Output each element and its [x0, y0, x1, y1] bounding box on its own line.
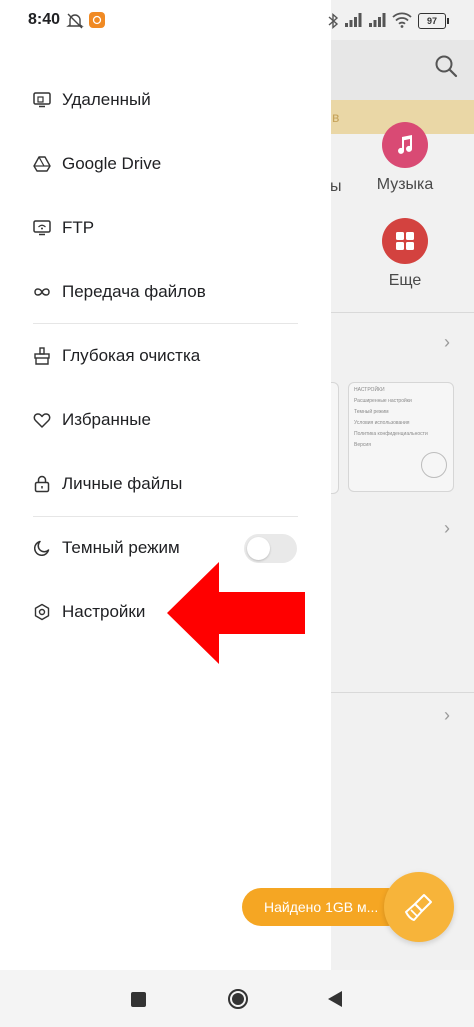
- back-button[interactable]: [326, 989, 344, 1009]
- more-label: Еще: [388, 272, 422, 289]
- navigation-drawer: Удаленный Google Drive FTP Передача файл…: [0, 0, 331, 970]
- app-label-partial: ы: [330, 178, 342, 195]
- gear-icon: [32, 602, 52, 622]
- battery-icon: 97: [418, 13, 449, 29]
- preview-item: Версия: [354, 442, 371, 448]
- divider: [330, 692, 474, 693]
- drawer-item-favorites[interactable]: Избранные: [32, 400, 302, 440]
- monitor-icon: [32, 90, 52, 110]
- ftp-icon: [32, 218, 52, 238]
- recents-button[interactable]: [131, 992, 146, 1007]
- drawer-item-label: Настройки: [62, 602, 146, 621]
- heart-icon: [32, 410, 52, 430]
- drawer-item-private-files[interactable]: Личные файлы: [32, 464, 302, 504]
- app-notification-icon: [89, 12, 105, 28]
- notifications-muted-icon: [66, 13, 84, 29]
- settings-preview-card: НАСТРОЙКИ Расширенные настройки Темный р…: [348, 382, 454, 492]
- bluetooth-icon: [328, 12, 339, 30]
- drawer-item-label: Избранные: [62, 410, 151, 429]
- drawer-item-remote[interactable]: Удаленный: [32, 80, 302, 120]
- infinity-icon: [32, 282, 52, 302]
- chevron-right-icon[interactable]: ›: [444, 332, 450, 353]
- chevron-right-icon[interactable]: ›: [444, 518, 450, 539]
- preview-card-partial: [330, 382, 339, 494]
- more-category[interactable]: Еще: [370, 218, 440, 290]
- preview-item: Расширенные настройки: [354, 398, 412, 404]
- preview-circle: [421, 452, 447, 478]
- drawer-item-label: Темный режим: [62, 538, 180, 557]
- drawer-item-deep-clean[interactable]: Глубокая очистка: [32, 336, 302, 376]
- status-time: 8:40: [28, 11, 61, 28]
- cleaner-found-pill[interactable]: Найдено 1GB м...: [242, 888, 407, 926]
- search-icon[interactable]: [432, 52, 460, 80]
- preview-item: Политика конфиденциальности: [354, 431, 428, 437]
- toggle-knob: [247, 537, 270, 560]
- music-icon: [382, 122, 428, 168]
- dark-mode-toggle[interactable]: [244, 534, 297, 563]
- broom-icon: [32, 346, 52, 366]
- home-button[interactable]: [227, 988, 249, 1010]
- red-arrow-annotation: [167, 562, 305, 664]
- preview-item: Темный режим: [354, 409, 389, 415]
- drawer-item-label: Google Drive: [62, 154, 162, 173]
- drawer-item-label: Глубокая очистка: [62, 346, 201, 365]
- google-drive-icon: [32, 154, 52, 174]
- preview-header: НАСТРОЙКИ: [354, 387, 385, 393]
- grid-icon: [382, 218, 428, 264]
- chevron-right-icon[interactable]: ›: [444, 705, 450, 726]
- music-label: Музыка: [376, 176, 434, 193]
- broom-icon: [405, 894, 432, 921]
- drawer-item-ftp[interactable]: FTP: [32, 208, 302, 248]
- music-category[interactable]: Музыка: [370, 122, 440, 194]
- drawer-divider: [33, 323, 298, 324]
- drawer-item-label: FTP: [62, 218, 95, 237]
- drawer-item-google-drive[interactable]: Google Drive: [32, 144, 302, 184]
- cleaner-button[interactable]: [384, 872, 454, 942]
- drawer-item-label: Удаленный: [62, 90, 151, 109]
- preview-item: Условия использования: [354, 420, 410, 426]
- drawer-item-label: Передача файлов: [62, 282, 206, 301]
- moon-icon: [32, 538, 52, 558]
- signal-icon-2: [369, 13, 386, 27]
- lock-icon: [32, 474, 52, 494]
- drawer-item-file-transfer[interactable]: Передача файлов: [32, 272, 302, 312]
- divider: [330, 312, 474, 313]
- signal-icon-1: [345, 13, 362, 27]
- drawer-divider: [33, 516, 298, 517]
- status-bar: 8:40 97: [0, 0, 474, 40]
- drawer-item-label: Личные файлы: [62, 474, 183, 493]
- wifi-icon: [392, 12, 412, 28]
